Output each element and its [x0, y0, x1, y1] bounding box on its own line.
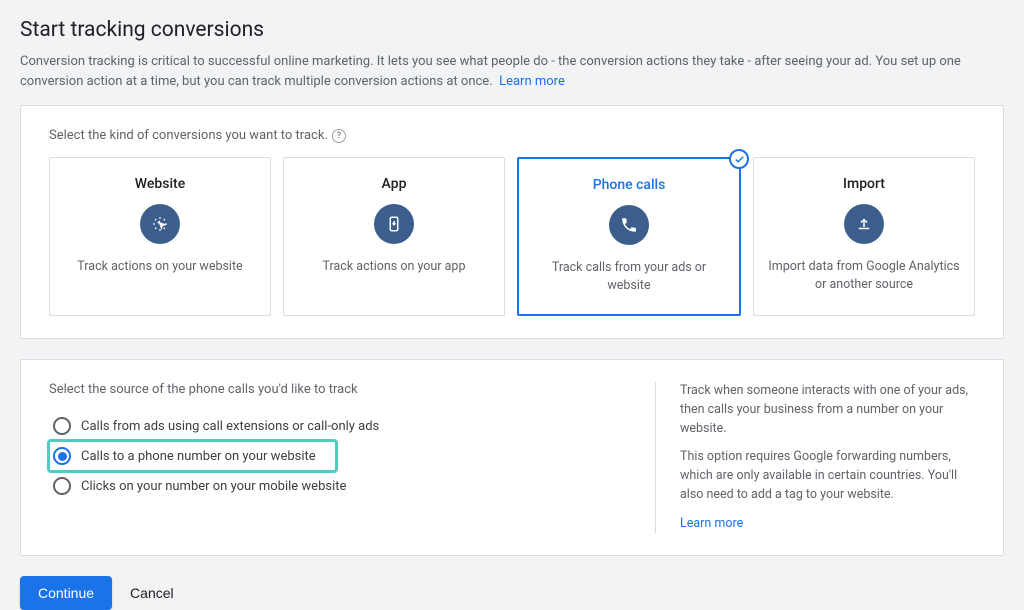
radio-icon: [53, 477, 71, 495]
option-phone-calls[interactable]: Phone calls Track calls from your ads or…: [517, 157, 741, 316]
option-import[interactable]: Import Import data from Google Analytics…: [753, 157, 975, 316]
footer-actions: Continue Cancel: [20, 576, 1004, 610]
check-icon: [729, 149, 749, 169]
kind-label: Select the kind of conversions you want …: [49, 128, 975, 143]
phone-icon: [609, 205, 649, 245]
source-help-panel: Track when someone interacts with one of…: [655, 382, 975, 533]
source-card: Select the source of the phone calls you…: [20, 359, 1004, 556]
radio-icon: [53, 447, 71, 465]
page-title: Start tracking conversions: [20, 18, 1004, 42]
learn-more-link[interactable]: Learn more: [499, 74, 565, 89]
source-learn-more-link[interactable]: Learn more: [680, 516, 743, 531]
kind-options: Website Track actions on your website Ap…: [49, 157, 975, 316]
radio-clicks-mobile-number[interactable]: Clicks on your number on your mobile web…: [49, 471, 625, 501]
source-label: Select the source of the phone calls you…: [49, 382, 625, 397]
continue-button[interactable]: Continue: [20, 576, 112, 610]
upload-icon: [844, 204, 884, 244]
cancel-button[interactable]: Cancel: [130, 585, 174, 601]
radio-icon: [53, 417, 71, 435]
radio-calls-from-ads[interactable]: Calls from ads using call extensions or …: [49, 411, 625, 441]
help-icon[interactable]: ?: [332, 129, 346, 143]
option-website[interactable]: Website Track actions on your website: [49, 157, 271, 316]
phone-app-icon: [374, 204, 414, 244]
radio-calls-to-website-number[interactable]: Calls to a phone number on your website: [49, 441, 336, 471]
option-app[interactable]: App Track actions on your app: [283, 157, 505, 316]
cursor-click-icon: [140, 204, 180, 244]
conversion-kind-card: Select the kind of conversions you want …: [20, 105, 1004, 339]
page-description: Conversion tracking is critical to succe…: [20, 52, 980, 91]
